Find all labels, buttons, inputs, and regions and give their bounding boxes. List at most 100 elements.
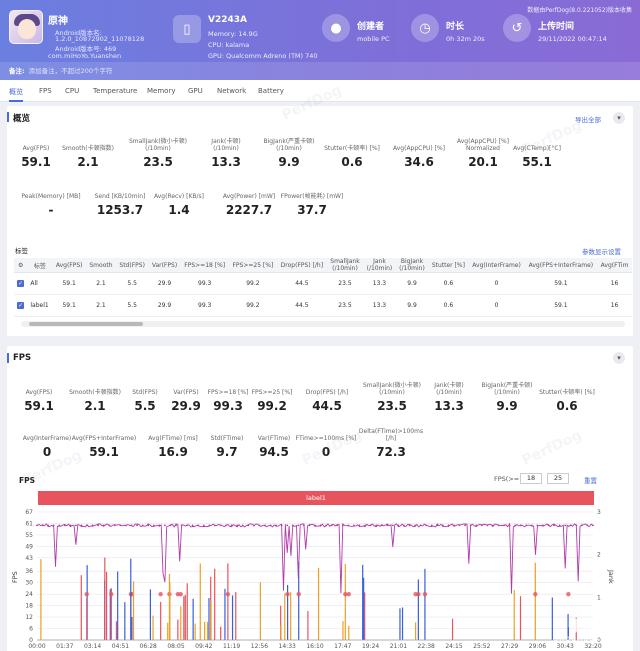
fps-point bbox=[175, 524, 177, 527]
remark-bar[interactable]: 备注: 添加备注，不超过200个字符 bbox=[0, 62, 640, 80]
chevron-down-icon[interactable]: ▾ bbox=[613, 112, 625, 124]
column-header[interactable]: FPS>=18 [%] bbox=[180, 258, 229, 273]
remark-input[interactable]: 添加备注，不超过200个字符 bbox=[29, 67, 113, 75]
fps-point bbox=[136, 524, 138, 527]
bigjank-marker bbox=[416, 591, 421, 597]
metric-label: Jank(卡顿) (/10min) bbox=[211, 138, 241, 152]
chart-background bbox=[7, 508, 633, 651]
fps-point bbox=[391, 524, 394, 527]
column-header[interactable]: Avg(FTim bbox=[597, 258, 632, 273]
fps-point bbox=[252, 524, 255, 527]
column-header[interactable]: FPS>=25 [%] bbox=[228, 258, 277, 273]
fps-point bbox=[202, 524, 205, 527]
x-tick-label: 29:06 bbox=[529, 643, 546, 650]
table-row[interactable]: ✓ All 59.1 2.1 5.5 29.9 99.3 99.2 44.5 23.5 13.3 9.… bbox=[14, 272, 632, 295]
game-avatar bbox=[9, 10, 43, 44]
tab-3[interactable]: Temperature bbox=[93, 87, 137, 95]
brand-logo: 手机锂 SHOUJIBUKU.COM bbox=[548, 615, 634, 645]
y-tick-label: 24 bbox=[25, 591, 33, 598]
fps-point bbox=[553, 524, 555, 527]
tab-0[interactable]: 概览 bbox=[9, 87, 23, 102]
x-tick-label: 22:38 bbox=[418, 643, 435, 650]
fps-point bbox=[364, 524, 366, 527]
tab-6[interactable]: Network bbox=[217, 87, 246, 95]
fps-point bbox=[458, 524, 461, 527]
metric-value: 44.5 bbox=[312, 399, 342, 413]
metric-value: 34.6 bbox=[404, 155, 434, 169]
column-header[interactable]: Var(FPS) bbox=[148, 258, 181, 273]
tab-7[interactable]: Battery bbox=[258, 87, 284, 95]
table-scrollbar[interactable] bbox=[21, 321, 625, 327]
tab-2[interactable]: CPU bbox=[65, 87, 79, 95]
table-cell: 9.9 bbox=[395, 272, 429, 295]
fps-point bbox=[419, 524, 422, 527]
x-tick-label: 08:05 bbox=[167, 643, 184, 650]
table-cell: 99.3 bbox=[180, 294, 229, 317]
x-tick-label: 14:33 bbox=[279, 643, 296, 650]
table-cell: 59.1 bbox=[524, 272, 598, 295]
tag-table-title: 标签 bbox=[15, 247, 28, 255]
metric-6: Avg(AppCPU) [%] 34.6 bbox=[384, 136, 454, 169]
column-header[interactable]: SmallJank (/10min) bbox=[326, 258, 364, 273]
table-row[interactable]: ✓ label1 59.1 2.1 5.5 29.9 99.3 99.2 44.5 23.5 13.… bbox=[14, 294, 632, 317]
fps-point bbox=[36, 524, 38, 527]
chevron-down-icon[interactable]: ▾ bbox=[613, 352, 625, 364]
x-tick-label: 25:52 bbox=[473, 643, 490, 650]
y-tick-label: 30 bbox=[25, 580, 33, 587]
fps-point bbox=[169, 524, 172, 527]
column-header[interactable]: Stutter [%] bbox=[428, 258, 469, 273]
row-checkbox[interactable]: ✓ bbox=[17, 280, 25, 287]
app-version: 1.2.0_10872902_11078128 bbox=[55, 35, 145, 43]
row-checkbox[interactable]: ✓ bbox=[17, 302, 25, 309]
bigjank-marker bbox=[84, 591, 89, 597]
y-axis-label: FPS bbox=[11, 571, 19, 583]
fps-point bbox=[52, 524, 55, 527]
table-cell: 0.6 bbox=[428, 272, 469, 295]
fps-point bbox=[558, 524, 561, 527]
fps-point bbox=[191, 524, 194, 527]
fps-point bbox=[208, 524, 211, 527]
fps-point bbox=[569, 524, 572, 527]
metric-label: Avg(Power) [mW] bbox=[222, 193, 276, 200]
fps-point bbox=[319, 524, 322, 527]
scroll-thumb[interactable] bbox=[29, 322, 143, 326]
fps-point bbox=[236, 524, 239, 527]
column-header[interactable]: Avg(FPS) bbox=[52, 258, 86, 273]
fps-threshold-18-input[interactable]: 18 bbox=[520, 473, 542, 484]
checkbox-cell[interactable]: ✓ bbox=[14, 272, 28, 295]
gear-icon[interactable]: ⚙ bbox=[14, 258, 28, 273]
column-header[interactable]: BigJank (/10min) bbox=[395, 258, 429, 273]
table-cell: label1 bbox=[27, 294, 53, 317]
fps-point bbox=[158, 524, 161, 527]
fps-point bbox=[464, 524, 467, 527]
fps-point bbox=[86, 524, 88, 527]
reset-link[interactable]: 重置 bbox=[584, 475, 597, 485]
column-header[interactable]: Std(FPS) bbox=[115, 258, 149, 273]
fps-point bbox=[425, 524, 428, 527]
collection-notice: 数据由PerfDog(8.0.221052)版本收集 bbox=[527, 7, 632, 14]
column-header[interactable]: Smooth bbox=[85, 258, 116, 273]
column-header[interactable]: Drop(FPS) [/h] bbox=[276, 258, 327, 273]
fps-threshold-25-input[interactable]: 25 bbox=[547, 473, 569, 484]
table-cell: 5.5 bbox=[115, 272, 149, 295]
column-settings-link[interactable]: 参数显示设置 bbox=[582, 246, 621, 256]
fps-point bbox=[41, 524, 44, 527]
column-header[interactable]: Jank (/10min) bbox=[363, 258, 396, 273]
fps-chart[interactable]: 06121824303643495561670123FPS Jank00:00 01… bbox=[7, 508, 633, 651]
x-tick-label: 01:37 bbox=[56, 643, 73, 650]
device-gpu: GPU: Qualcomm Adreno (TM) 740 bbox=[208, 52, 318, 60]
report-header: 数据由PerfDog(8.0.221052)版本收集 原神 Android版本名… bbox=[0, 0, 640, 80]
label-band[interactable]: label1 bbox=[38, 491, 594, 505]
column-header[interactable]: Avg(FPS+InterFrame) bbox=[524, 258, 598, 273]
column-header[interactable]: 标签 bbox=[27, 258, 53, 273]
tab-4[interactable]: Memory bbox=[147, 87, 175, 95]
tab-5[interactable]: GPU bbox=[188, 87, 203, 95]
tab-1[interactable]: FPS bbox=[39, 87, 52, 95]
fps-point bbox=[280, 524, 283, 527]
table-cell: 44.5 bbox=[276, 294, 327, 317]
fps-point bbox=[508, 524, 511, 527]
column-header[interactable]: Avg(InterFrame) bbox=[468, 258, 525, 273]
checkbox-cell[interactable]: ✓ bbox=[14, 294, 28, 317]
fps-point bbox=[269, 524, 272, 527]
fps-point bbox=[519, 524, 522, 527]
